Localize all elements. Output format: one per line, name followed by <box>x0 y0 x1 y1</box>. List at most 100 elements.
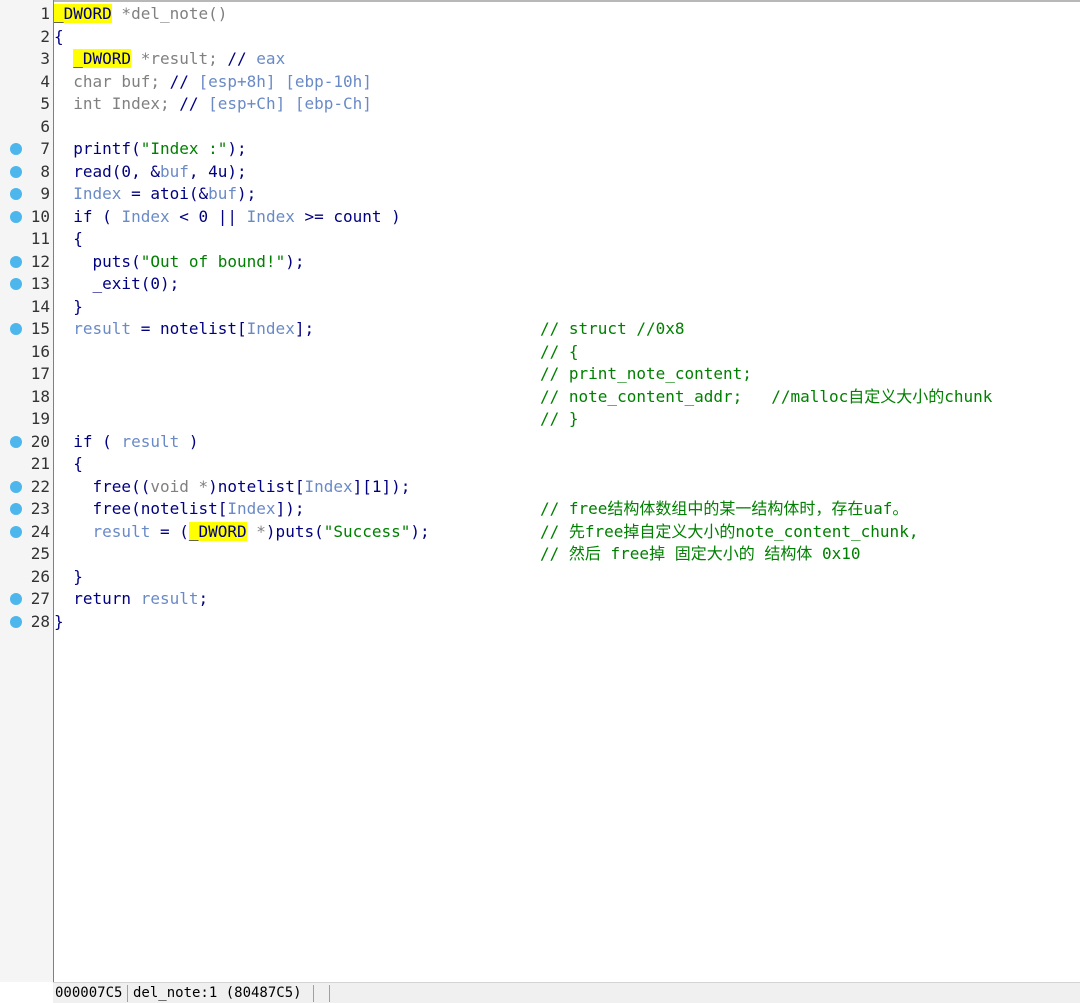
code-comment: // struct //0x8 <box>540 319 685 338</box>
code-comment: // free结构体数组中的某一结构体时，存在uaf。 <box>540 499 909 518</box>
code-line[interactable]: 11 { <box>0 228 1080 250</box>
line-number: 20 <box>30 431 50 451</box>
code-line[interactable]: 21 { <box>0 453 1080 475</box>
code-token: buf <box>208 184 238 203</box>
status-separator <box>329 985 330 1002</box>
code-token: { <box>54 454 83 473</box>
code-line[interactable]: 22 free((void *)notelist[Index][1]); <box>0 476 1080 498</box>
code-text[interactable]: free((void *)notelist[Index][1]); <box>54 476 411 498</box>
code-line[interactable]: 14 } <box>0 296 1080 318</box>
code-text[interactable]: result = (_DWORD *)puts("Success"); <box>54 521 430 543</box>
status-bar: 000007C5 del_note:1 (80487C5) <box>53 982 1080 1003</box>
code-token: >= count ) <box>294 206 401 226</box>
code-line[interactable]: 6 <box>0 116 1080 138</box>
code-text[interactable]: char buf; // [esp+8h] [ebp-10h] <box>54 71 372 93</box>
code-token: _exit(0); <box>54 274 180 293</box>
code-line[interactable]: 24 result = (_DWORD *)puts("Success"); //… <box>0 521 1080 543</box>
code-token: ); <box>410 521 430 541</box>
code-comment: // } <box>540 409 579 428</box>
line-number: 9 <box>40 184 50 203</box>
code-token: // <box>169 71 199 91</box>
code-token: = ( <box>150 521 189 541</box>
pseudocode-window: 1 _DWORD *del_note() 2{3 _DWORD *result; /… <box>0 0 1080 1003</box>
code-text[interactable]: { <box>54 453 83 475</box>
line-number: 18 <box>30 386 50 406</box>
code-token: if ( <box>54 206 122 226</box>
code-text[interactable]: result = notelist[Index]; <box>54 318 314 340</box>
code-text[interactable]: read(0, &buf, 4u); <box>54 161 246 183</box>
code-text[interactable]: _DWORD *del_note() <box>54 3 227 25</box>
code-text[interactable]: puts("Out of bound!"); <box>54 251 305 273</box>
code-token: Index <box>304 476 353 496</box>
line-number: 6 <box>40 116 50 136</box>
code-text[interactable]: Index = atoi(&buf); <box>54 183 256 205</box>
code-line[interactable]: 17 // print_note_content; <box>0 363 1080 385</box>
code-text[interactable]: _DWORD *result; // eax <box>54 48 285 70</box>
code-line[interactable]: 19 // } <box>0 408 1080 430</box>
line-number: 11 <box>30 229 50 248</box>
code-token: char buf; <box>54 71 170 91</box>
status-location: del_note:1 (80487C5) <box>133 985 302 1001</box>
code-token: < 0 || <box>169 206 247 226</box>
code-line[interactable]: 3 _DWORD *result; // eax <box>0 48 1080 70</box>
code-line[interactable]: 8 read(0, &buf, 4u); <box>0 161 1080 183</box>
line-number: 14 <box>30 296 50 316</box>
code-line[interactable]: 1 _DWORD *del_note() <box>0 3 1080 25</box>
code-text[interactable]: return result; <box>54 588 208 610</box>
code-line[interactable]: 18 // note_content_addr; //malloc自定义大小的ch… <box>0 386 1080 408</box>
line-number: 1 <box>40 4 50 23</box>
status-separator <box>313 985 314 1002</box>
code-token: Index <box>246 206 295 226</box>
code-text[interactable]: free(notelist[Index]); <box>54 498 305 520</box>
code-text[interactable]: int Index; // [esp+Ch] [ebp-Ch] <box>54 93 372 115</box>
code-token: Index <box>246 319 295 338</box>
highlighted-token: _DWORD <box>54 4 112 23</box>
code-text[interactable]: _exit(0); <box>54 273 180 295</box>
highlighted-token: _DWORD <box>73 49 132 68</box>
code-line[interactable]: 28} <box>0 611 1080 633</box>
code-line[interactable]: 16 // { <box>0 341 1080 363</box>
line-number: 22 <box>30 476 50 496</box>
code-line[interactable]: 13 _exit(0); <box>0 273 1080 295</box>
line-number: 7 <box>40 139 50 158</box>
code-line[interactable]: 25 // 然后 free掉 固定大小的 结构体 0x10 <box>0 543 1080 565</box>
line-number: 2 <box>40 26 50 46</box>
line-number: 3 <box>40 49 50 68</box>
code-token: free(( <box>54 476 151 496</box>
code-text[interactable]: { <box>54 26 64 48</box>
code-line[interactable]: 2{ <box>0 26 1080 48</box>
line-number: 5 <box>40 94 50 113</box>
code-line[interactable]: 12 puts("Out of bound!"); <box>0 251 1080 273</box>
line-number: 16 <box>30 341 50 361</box>
line-number: 15 <box>30 319 50 338</box>
code-line[interactable]: 10 if ( Index < 0 || Index >= count ) <box>0 206 1080 228</box>
code-token: ; <box>198 589 209 608</box>
code-line[interactable]: 9 Index = atoi(&buf); <box>0 183 1080 205</box>
code-line[interactable]: 23 free(notelist[Index]); // free结构体数组中的某… <box>0 498 1080 520</box>
code-token: ][1]); <box>352 476 411 496</box>
code-text[interactable]: { <box>54 228 83 250</box>
code-token: eax <box>256 49 286 68</box>
code-token: { <box>54 26 64 46</box>
code-comment: // 然后 free掉 固定大小的 结构体 0x10 <box>540 544 861 563</box>
code-text[interactable]: } <box>54 296 83 318</box>
code-text[interactable]: } <box>54 611 64 633</box>
code-line[interactable]: 26 } <box>0 566 1080 588</box>
code-token: Index <box>121 206 170 226</box>
code-comment: // print_note_content; <box>540 364 752 383</box>
code-line[interactable]: 20 if ( result ) <box>0 431 1080 453</box>
code-token: ); <box>227 139 247 158</box>
code-token: } <box>54 611 64 631</box>
code-text[interactable]: printf("Index :"); <box>54 138 247 160</box>
code-line[interactable]: 15 result = notelist[Index]; // struct //… <box>0 318 1080 340</box>
code-line[interactable]: 4 char buf; // [esp+8h] [ebp-10h] <box>0 71 1080 93</box>
code-token: buf <box>159 161 189 181</box>
code-text[interactable]: if ( result ) <box>54 431 198 453</box>
code-line[interactable]: 7 printf("Index :"); <box>0 138 1080 160</box>
code-text[interactable]: } <box>54 566 83 588</box>
code-line[interactable]: 27 return result; <box>0 588 1080 610</box>
code-token: // <box>179 94 209 113</box>
code-line[interactable]: 5 int Index; // [esp+Ch] [ebp-Ch] <box>0 93 1080 115</box>
code-text[interactable]: if ( Index < 0 || Index >= count ) <box>54 206 401 228</box>
